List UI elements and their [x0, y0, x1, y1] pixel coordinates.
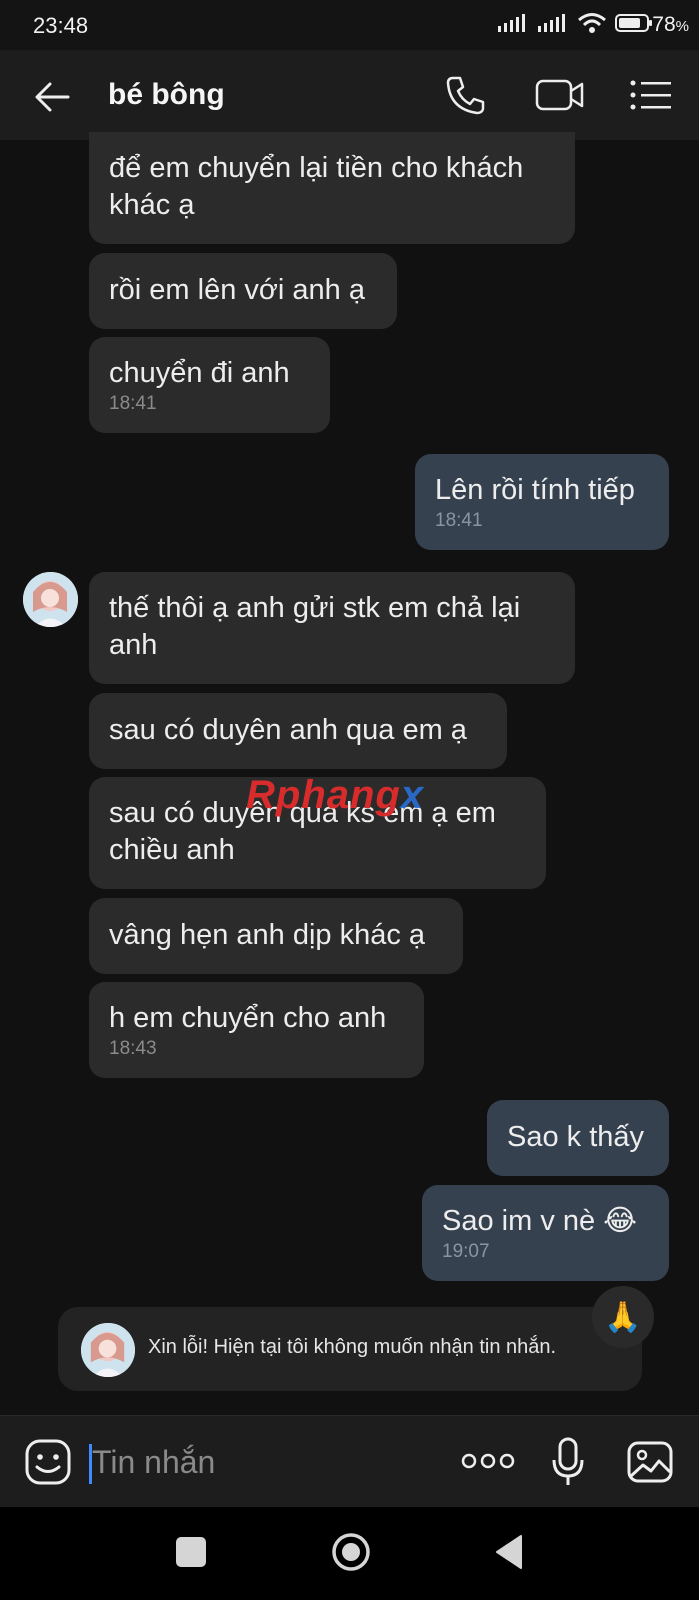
message-time: 18:41 — [435, 510, 483, 531]
arrow-left-icon — [35, 82, 70, 112]
sticker-button[interactable] — [24, 1438, 72, 1486]
status-time: 23:48 — [33, 13, 89, 38]
message-text: chuyển đi anh — [109, 357, 290, 389]
message-bubble-incoming[interactable]: vâng hẹn anh dịp khác ạ — [89, 898, 463, 974]
status-icons — [497, 12, 653, 34]
message-bubble-outgoing[interactable]: Sao im v nè 😂 19:07 — [422, 1185, 669, 1281]
message-bubble-incoming[interactable]: sau có duyên qua ks em ạ em chiều anh — [89, 777, 546, 889]
message-text: Sao im v nè 😂 — [442, 1205, 638, 1237]
status-bar: 23:48 78% — [0, 0, 699, 50]
message-text: rồi em lên với anh ạ — [109, 274, 365, 306]
message-time: 19:07 — [442, 1241, 490, 1262]
image-icon — [627, 1441, 673, 1483]
message-bubble-outgoing[interactable]: Sao k thấy — [487, 1100, 669, 1176]
text-cursor — [89, 1444, 92, 1484]
menu-button[interactable] — [628, 73, 674, 117]
message-text: Sao k thấy — [507, 1121, 645, 1153]
recents-button[interactable] — [176, 1537, 206, 1567]
message-bubble-incoming[interactable]: chuyển đi anh 18:41 — [89, 337, 330, 433]
reaction-button[interactable]: 🙏 — [592, 1286, 654, 1348]
avatar-image — [81, 1323, 135, 1377]
message-bubble-incoming[interactable]: h em chuyển cho anh 18:43 — [89, 982, 424, 1078]
message-text: sau có duyên qua ks em ạ em chiều anh — [109, 797, 496, 866]
auto-reply-text: Xin lỗi! Hiện tại tôi không muốn nhận ti… — [148, 1336, 557, 1358]
message-text: Lên rồi tính tiếp — [435, 474, 635, 506]
battery-icon — [615, 14, 652, 32]
auto-reply-notice: Xin lỗi! Hiện tại tôi không muốn nhận ti… — [58, 1307, 642, 1391]
nav-back-button[interactable] — [494, 1533, 524, 1571]
message-text: sau có duyên anh qua em ạ — [109, 714, 467, 746]
voice-button[interactable] — [550, 1436, 586, 1488]
avatar-image — [23, 572, 78, 627]
contact-name[interactable]: bé bông — [108, 78, 225, 112]
call-button[interactable] — [444, 73, 488, 117]
notice-avatar — [81, 1323, 135, 1377]
sticker-face-icon — [25, 1439, 71, 1485]
message-bubble-outgoing[interactable]: Lên rồi tính tiếp 18:41 — [415, 454, 669, 550]
microphone-icon — [552, 1437, 584, 1485]
triangle-back-icon — [496, 1535, 522, 1569]
message-input[interactable] — [88, 1436, 428, 1488]
message-bubble-incoming[interactable]: sau có duyên anh qua em ạ — [89, 693, 507, 769]
gallery-button[interactable] — [626, 1440, 674, 1484]
message-input-bar — [0, 1415, 699, 1507]
pray-emoji-icon: 🙏 — [604, 1300, 642, 1334]
more-button[interactable] — [461, 1446, 515, 1476]
home-circle-icon — [332, 1533, 370, 1571]
message-time: 18:43 — [109, 1038, 157, 1059]
message-bubble-incoming[interactable]: rồi em lên với anh ạ — [89, 253, 397, 329]
message-bubble-incoming[interactable]: để em chuyển lại tiền cho khách khác ạ — [89, 132, 575, 244]
video-call-button[interactable] — [534, 73, 586, 117]
message-text: thế thôi ạ anh gửi stk em chả lại anh — [109, 592, 521, 661]
signal-icon — [498, 14, 525, 32]
contact-avatar[interactable] — [23, 572, 78, 627]
message-text: h em chuyển cho anh — [109, 1002, 387, 1034]
video-camera-icon — [535, 79, 584, 111]
system-nav-bar — [0, 1507, 699, 1600]
chat-header: bé bông — [0, 50, 699, 140]
back-button[interactable] — [30, 75, 74, 119]
home-button[interactable] — [331, 1532, 371, 1572]
signal-icon-2 — [538, 14, 565, 32]
wifi-icon — [578, 13, 606, 33]
message-bubble-incoming[interactable]: thế thôi ạ anh gửi stk em chả lại anh — [89, 572, 575, 684]
message-time: 18:41 — [109, 393, 157, 414]
phone-icon — [446, 76, 485, 115]
message-text: để em chuyển lại tiền cho khách khác ạ — [109, 152, 524, 221]
battery-percent: 78% — [652, 13, 689, 36]
list-menu-icon — [630, 80, 671, 110]
message-text: vâng hẹn anh dịp khác ạ — [109, 919, 426, 951]
more-dots-icon — [461, 1453, 515, 1469]
